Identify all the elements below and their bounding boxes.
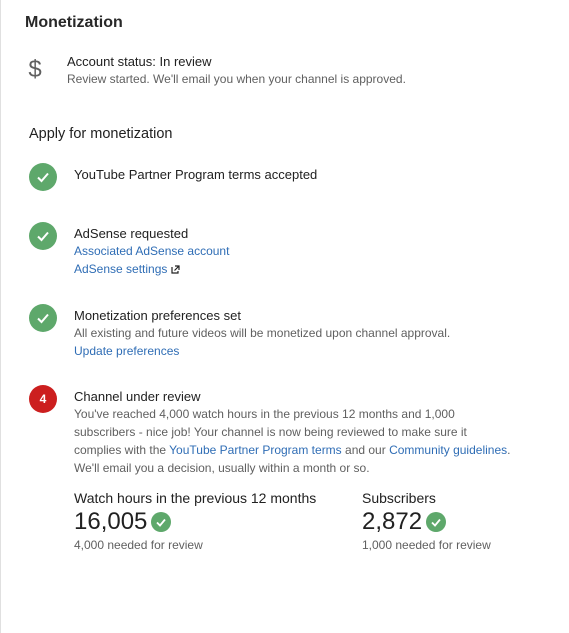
step-terms: YouTube Partner Program terms accepted [74,167,317,183]
external-link-icon [171,261,181,279]
check-icon [29,222,57,250]
check-icon [29,163,57,191]
apply-section-title: Apply for monetization [29,126,173,142]
review-paragraph: You've reached 4,000 watch hours in the … [74,405,514,477]
stat-label: Watch hours in the previous 12 months [74,490,317,506]
step-preferences: Monetization preferences set All existin… [74,308,450,360]
partner-program-terms-link[interactable]: YouTube Partner Program terms [169,443,342,457]
step-title: YouTube Partner Program terms accepted [74,167,318,182]
update-preferences-link[interactable]: Update preferences [74,342,450,360]
step-review: Channel under review You've reached 4,00… [74,389,514,477]
account-status-description: Review started. We'll email you when you… [67,72,406,86]
check-icon [151,512,172,532]
associated-adsense-link[interactable]: Associated AdSense account [74,242,229,260]
stat-value: 2,872 [362,508,423,535]
dollar-icon: $ [28,56,42,83]
check-icon [426,512,447,532]
step-adsense: AdSense requested Associated AdSense acc… [74,226,229,279]
step-title: AdSense requested [74,226,189,241]
step-title: Channel under review [74,389,201,404]
community-guidelines-link[interactable]: Community guidelines [389,443,507,457]
page-title: Monetization [25,14,123,31]
adsense-settings-label: AdSense settings [74,262,168,276]
step-number-badge: 4 [29,385,57,413]
stat-requirement: 4,000 needed for review [74,538,203,552]
step-title: Monetization preferences set [74,308,241,323]
check-icon [29,304,57,332]
watch-hours-stat: Watch hours in the previous 12 months 16… [74,490,316,552]
stat-label: Subscribers [362,490,436,506]
stat-value: 16,005 [74,508,148,535]
account-status: Account status: In review [67,54,212,69]
step-description: All existing and future videos will be m… [74,326,451,340]
subscribers-stat: Subscribers 2,872 1,000 needed for revie… [362,490,491,552]
stat-requirement: 1,000 needed for review [362,538,491,552]
review-text: and our [341,443,390,457]
adsense-settings-link[interactable]: AdSense settings [74,260,229,279]
monetization-panel: Monetization $ Account status: In review… [0,0,569,633]
